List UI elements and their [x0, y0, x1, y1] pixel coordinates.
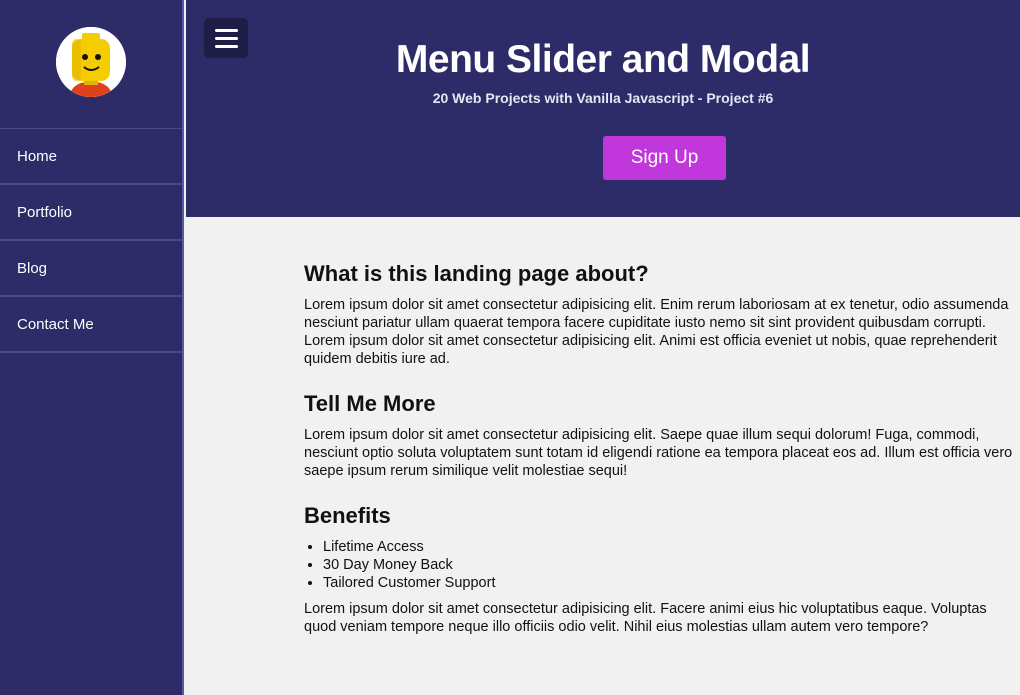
lego-head-icon: [56, 27, 126, 97]
paragraph-line: Lorem ipsum dolor sit amet consectetur a…: [304, 333, 997, 349]
section-heading: Benefits: [304, 503, 391, 528]
list-item: Lifetime Access: [323, 538, 1020, 556]
sign-up-button[interactable]: Sign Up: [603, 136, 726, 180]
sidebar-item-blog[interactable]: Blog: [0, 241, 182, 297]
section-tell-me-more: Tell Me More Lorem ipsum dolor sit amet …: [304, 390, 1020, 480]
benefits-list: Lifetime Access 30 Day Money Back Tailor…: [304, 538, 1020, 592]
paragraph-line: Lorem ipsum dolor sit amet consectetur a…: [304, 427, 980, 443]
sidebar-nav: Home Portfolio Blog Contact Me: [0, 128, 182, 353]
main-content: What is this landing page about? Lorem i…: [304, 260, 1020, 658]
paragraph-line: saepe ipsum rerum similique velit molest…: [304, 463, 628, 479]
page-subtitle: 20 Web Projects with Vanilla Javascript …: [432, 90, 774, 106]
paragraph-line: Lorem ipsum dolor sit amet consectetur a…: [304, 297, 1009, 313]
section-benefits: Benefits Lifetime Access 30 Day Money Ba…: [304, 502, 1020, 636]
page-title: Menu Slider and Modal: [395, 38, 811, 81]
section-heading: Tell Me More: [304, 391, 436, 416]
sidebar-item-home[interactable]: Home: [0, 129, 182, 185]
list-item: Tailored Customer Support: [323, 574, 1020, 592]
sidebar-item-portfolio[interactable]: Portfolio: [0, 185, 182, 241]
list-item: 30 Day Money Back: [323, 556, 1020, 574]
sidebar: Home Portfolio Blog Contact Me: [0, 0, 184, 695]
paragraph-line: nesciunt optio soluta voluptatem sunt to…: [304, 445, 1013, 461]
paragraph-line: quod veniam tempore neque illo officiis …: [304, 619, 929, 635]
paragraph-line: quidem debitis iure ad.: [304, 351, 450, 367]
paragraph-line: nesciunt pariatur ullam quaerat tempora …: [304, 315, 986, 331]
paragraph-line: Lorem ipsum dolor sit amet consectetur a…: [304, 601, 987, 617]
avatar: [56, 27, 126, 97]
header: Menu Slider and Modal 20 Web Projects wi…: [186, 0, 1020, 217]
sidebar-item-contact[interactable]: Contact Me: [0, 297, 182, 353]
avatar-container: [0, 0, 182, 128]
section-about: What is this landing page about? Lorem i…: [304, 260, 1020, 368]
menu-icon-bar: [214, 28, 238, 32]
section-heading: What is this landing page about?: [304, 261, 649, 286]
